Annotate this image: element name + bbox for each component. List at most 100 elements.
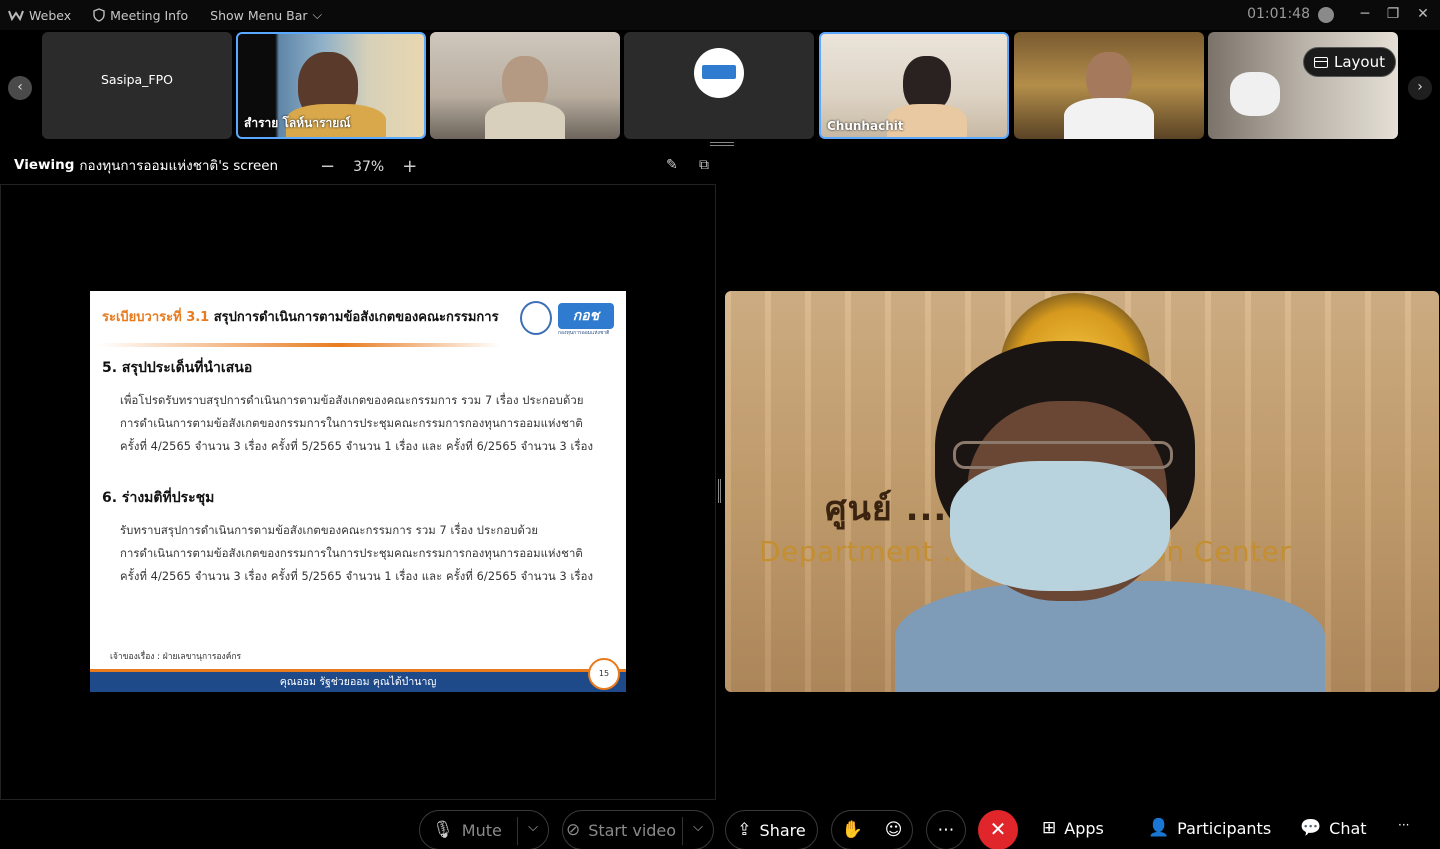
reactions-icon[interactable]: ☺ (885, 820, 903, 840)
participant-video (1230, 72, 1280, 116)
active-speaker-video[interactable]: ศูนย์ ... งการผู้สูงอายุ Department ... … (725, 291, 1439, 692)
viewing-prefix: Viewing (14, 157, 75, 173)
participants-label: Participants (1177, 818, 1272, 838)
header-underline (100, 343, 500, 347)
chevron-right-icon: › (1417, 79, 1423, 95)
participant-tile[interactable] (624, 32, 814, 139)
app-name: Webex (29, 7, 72, 23)
participant-name: Chunhachit (827, 119, 904, 133)
overflow-menu-button[interactable]: ··· (1398, 818, 1409, 832)
slide-agenda-number: ระเบียบวาระที่ 3.1 (102, 310, 210, 325)
start-video-button[interactable]: ⊘ Start video ⌵ (562, 810, 714, 849)
shield-icon (93, 8, 105, 22)
divider-grip-icon (718, 479, 721, 503)
participant-tile[interactable]: Chunhachit (819, 32, 1009, 139)
more-icon: ⋯ (937, 820, 955, 840)
divider (682, 817, 683, 845)
share-view-icon[interactable]: ⧉ (699, 157, 717, 173)
viewing-owner: กองทุนการออมแห่งชาติ's screen (79, 158, 279, 174)
participant-strip: ‹ Sasipa_FPO สำราย โลห์นารายณ์ Chunhachi… (0, 32, 1440, 140)
video-off-icon: ⊘ (565, 820, 581, 840)
slide-title: สรุปการดำเนินการตามข้อสังเกตของคณะกรรมกา… (213, 310, 499, 325)
section5-text: เพื่อโปรดรับทราบสรุปการดำเนินการตามข้อสั… (120, 389, 620, 458)
pane-divider[interactable] (716, 184, 724, 800)
more-options-button[interactable]: ⋯ (926, 810, 966, 849)
network-stats-icon[interactable] (1318, 7, 1334, 23)
restore-icon[interactable]: ❐ (1382, 4, 1404, 26)
chat-icon: 💬 (1300, 818, 1322, 838)
avatar-logo (702, 65, 736, 79)
section5-heading: 5. สรุปประเด็นที่นำเสนอ (102, 360, 253, 376)
divider (517, 817, 518, 845)
layout-icon (1314, 56, 1328, 68)
speaker-mask (950, 461, 1170, 591)
microphone-icon: 🎙 (432, 820, 454, 840)
chevron-left-icon: ‹ (17, 79, 23, 95)
annotate-icon[interactable]: ✎ (666, 157, 684, 173)
chevron-down-icon[interactable]: ⌵ (528, 820, 538, 835)
participant-video-body (1064, 98, 1154, 139)
webex-logo-icon (8, 10, 24, 21)
slide-page-number: 15 (588, 658, 620, 690)
leave-meeting-button[interactable]: ✕ (978, 810, 1018, 849)
apps-icon: ⊞ (1042, 818, 1057, 838)
strip-prev-button[interactable]: ‹ (8, 76, 32, 100)
garuda-seal-icon (520, 301, 552, 335)
close-window-icon[interactable]: ✕ (1412, 4, 1434, 26)
participant-video (1086, 52, 1132, 104)
start-video-label: Start video (588, 820, 677, 840)
meeting-controls: 🎙 Mute ⌵ ⊘ Start video ⌵ ⇪ Share ✋ ☺ ⋯ ✕… (0, 808, 1440, 849)
section6-line: การดำเนินการตามข้อสังเกตของกรรมการในการป… (120, 547, 583, 560)
participant-video-body (485, 102, 565, 139)
participants-icon: 👤 (1148, 818, 1170, 838)
participant-name: Sasipa_FPO (101, 72, 173, 87)
share-button[interactable]: ⇪ Share (725, 810, 818, 849)
chevron-down-icon: ⌵ (312, 7, 323, 22)
layout-button[interactable]: Layout (1303, 47, 1396, 77)
share-screen-icon: ⇪ (737, 820, 752, 840)
meeting-info-button[interactable]: Meeting Info (93, 8, 188, 23)
mute-label: Mute (461, 820, 502, 840)
section6-line: ครั้งที่ 4/2565 จำนวน 3 เรื่อง ครั้งที่ … (120, 570, 594, 583)
minimize-icon[interactable]: ─ (1354, 4, 1376, 26)
participant-tile[interactable] (430, 32, 620, 139)
brand-logo: กอช (558, 303, 614, 329)
app-title: Webex (8, 8, 71, 23)
apps-button[interactable]: ⊞ Apps (1042, 818, 1104, 838)
mute-button[interactable]: 🎙 Mute ⌵ (419, 810, 549, 849)
participant-tile[interactable] (1014, 32, 1204, 139)
chat-button[interactable]: 💬 Chat (1300, 818, 1367, 838)
viewing-label: Viewing กองทุนการออมแห่งชาติ's screen (14, 150, 278, 180)
section5-line: ครั้งที่ 4/2565 จำนวน 3 เรื่อง ครั้งที่ … (120, 440, 594, 453)
strip-next-button[interactable]: › (1408, 76, 1432, 100)
speaker-body (895, 581, 1325, 692)
speaker-person (895, 341, 1325, 692)
show-menu-bar-button[interactable]: Show Menu Bar ⌵ (210, 7, 322, 23)
meeting-timer: 01:01:48 (1247, 6, 1310, 22)
chevron-down-icon[interactable]: ⌵ (693, 820, 703, 835)
participant-tile[interactable]: Sasipa_FPO (42, 32, 232, 139)
strip-resize-handle[interactable] (710, 142, 734, 146)
chat-label: Chat (1329, 818, 1367, 838)
presentation-slide: ระเบียบวาระที่ 3.1 สรุปการดำเนินการตามข้… (90, 291, 626, 692)
show-menu-bar-label: Show Menu Bar (210, 7, 308, 23)
slide-owner: เจ้าของเรื่อง : ฝ่ายเลขานุการองค์กร (110, 652, 242, 662)
meeting-info-label: Meeting Info (110, 7, 189, 23)
title-bar: Webex Meeting Info Show Menu Bar ⌵ 01:01… (0, 0, 1440, 30)
section6-heading: 6. ร่างมติที่ประชุม (102, 490, 215, 506)
zoom-in-button[interactable]: + (402, 156, 417, 177)
participants-button[interactable]: 👤 Participants (1148, 818, 1271, 838)
apps-label: Apps (1064, 818, 1104, 838)
raise-hand-icon[interactable]: ✋ (842, 820, 863, 840)
share-label: Share (759, 820, 806, 840)
brand-subtitle: กองทุนการออมแห่งชาติ (558, 330, 610, 336)
zoom-out-button[interactable]: − (320, 156, 335, 177)
layout-label: Layout (1334, 53, 1385, 71)
section5-line: เพื่อโปรดรับทราบสรุปการดำเนินการตามข้อสั… (120, 394, 584, 407)
slide-header: ระเบียบวาระที่ 3.1 สรุปการดำเนินการตามข้… (102, 306, 499, 327)
participant-tile[interactable]: สำราย โลห์นารายณ์ (236, 32, 426, 139)
section6-line: รับทราบสรุปการดำเนินการตามข้อสังเกตของคณ… (120, 524, 539, 537)
slide-footer: คุณออม รัฐช่วยออม คุณได้บำนาญ (90, 669, 626, 692)
participant-avatar (694, 48, 744, 98)
participant-name: สำราย โลห์นารายณ์ (244, 116, 351, 130)
